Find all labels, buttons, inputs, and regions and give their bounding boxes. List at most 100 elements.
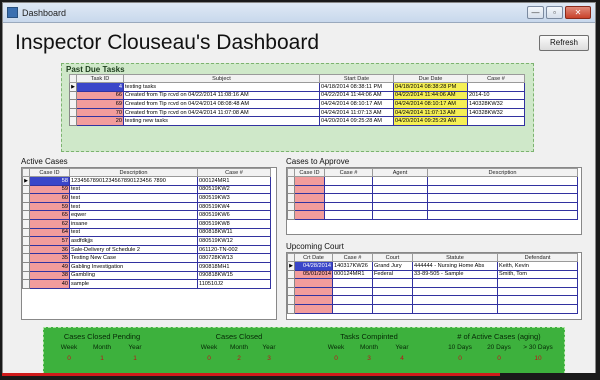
case-id-cell[interactable] — [294, 176, 325, 186]
empty-cell[interactable] — [412, 295, 498, 305]
case-number-cell[interactable]: 080519KW4 — [197, 201, 271, 212]
row-selector[interactable] — [287, 184, 295, 195]
empty-cell[interactable] — [372, 210, 428, 220]
row-selector[interactable] — [287, 269, 295, 280]
upcoming-court-grid[interactable]: Crt Date Case # Court Statute Defendant ▶ 04/… — [287, 253, 578, 314]
task-id-cell[interactable]: 4 — [76, 82, 124, 92]
case-id-cell[interactable]: 58 — [29, 176, 70, 186]
empty-cell[interactable] — [332, 278, 373, 288]
row-selector[interactable] — [22, 201, 30, 212]
empty-cell[interactable] — [412, 286, 498, 297]
case-id-cell[interactable]: 64 — [29, 227, 70, 238]
start-date-cell[interactable]: 04/22/2014 11:44:06 AM — [319, 90, 394, 101]
empty-row[interactable] — [287, 295, 578, 305]
close-button[interactable]: ✕ — [565, 6, 591, 19]
row-selector[interactable] — [69, 90, 77, 101]
table-row[interactable]: 59 test 080519KW2 — [22, 184, 271, 195]
approve-col-header[interactable]: Description — [427, 168, 578, 177]
past-due-col-header[interactable]: Subject — [123, 74, 320, 83]
due-date-cell[interactable]: 04/22/2014 11:44:06 AM — [393, 90, 468, 101]
row-selector[interactable] — [22, 184, 30, 195]
empty-cell[interactable] — [324, 176, 373, 186]
case-id-cell[interactable]: 36 — [29, 244, 70, 255]
court-col-header[interactable]: Court — [372, 253, 413, 262]
subject-cell[interactable]: Created from Tip rcvd on 04/24/2014 08:0… — [123, 99, 320, 109]
row-selector[interactable] — [22, 261, 30, 272]
case-number-cell[interactable]: 080519KW3 — [197, 193, 271, 203]
row-selector[interactable]: ▶ — [22, 176, 30, 186]
row-selector[interactable] — [69, 116, 77, 126]
empty-cell[interactable] — [372, 295, 413, 305]
case-id-cell[interactable] — [294, 193, 325, 203]
empty-cell[interactable] — [372, 303, 413, 314]
row-selector[interactable] — [287, 210, 295, 220]
description-cell[interactable]: test — [69, 184, 198, 195]
case-number-cell[interactable]: 080519KW12 — [197, 236, 271, 246]
court-col-header[interactable]: Case # — [332, 253, 373, 262]
active-cases-col-header[interactable]: Case ID — [29, 168, 70, 177]
court-date-cell[interactable] — [294, 286, 333, 297]
case-id-cell[interactable]: 59 — [29, 201, 70, 212]
description-cell[interactable]: Testing New Case — [69, 253, 198, 263]
row-selector[interactable] — [287, 201, 295, 212]
row-selector[interactable] — [22, 218, 30, 229]
table-row[interactable]: 62 insane 080519KW8 — [22, 218, 271, 229]
case-id-cell[interactable]: 49 — [29, 261, 70, 272]
case-id-cell[interactable]: 35 — [29, 253, 70, 263]
description-cell[interactable]: asdfdkjjs — [69, 236, 198, 246]
empty-cell[interactable] — [324, 193, 373, 203]
table-row[interactable]: 65 eqwer 080519KW6 — [22, 210, 271, 220]
row-selector[interactable] — [287, 193, 295, 203]
maximize-button[interactable]: ▫ — [546, 6, 563, 19]
task-id-cell[interactable]: 70 — [76, 107, 124, 118]
empty-cell[interactable] — [372, 278, 413, 288]
row-selector[interactable] — [69, 99, 77, 109]
case-number-cell[interactable]: 080519KW6 — [197, 210, 271, 220]
table-row[interactable]: 38 Gambling 090818KW15 — [22, 270, 271, 281]
empty-row[interactable] — [287, 286, 578, 297]
empty-cell[interactable] — [332, 286, 373, 297]
table-row[interactable]: 70 Created from Tip rcvd on 04/24/2014 11… — [69, 107, 525, 118]
court-date-cell[interactable]: 05/01/2014 — [294, 269, 333, 280]
empty-row[interactable] — [287, 278, 578, 288]
court-col-header[interactable]: Statute — [412, 253, 498, 262]
case-id-cell[interactable] — [294, 184, 325, 195]
court-date-cell[interactable]: 04/28/2014 — [294, 261, 333, 271]
description-cell[interactable]: test — [69, 193, 198, 203]
description-cell[interactable]: test — [69, 227, 198, 238]
description-cell[interactable]: Sale-Delivery of Schedule 2 — [69, 244, 198, 255]
case-number-cell[interactable]: 061120-TN-002 — [197, 244, 271, 255]
description-cell[interactable]: Gambling — [69, 270, 198, 281]
table-row[interactable]: 05/01/2014 000124MR1 Federal 33-89-505 - Sa… — [287, 269, 578, 280]
case-id-cell[interactable]: 38 — [29, 270, 70, 281]
subject-cell[interactable]: Created from Tip rcvd on 04/22/2014 11:0… — [123, 90, 320, 101]
past-due-grid[interactable]: Task ID Subject Start Date Due Date Case # ▶… — [69, 74, 525, 126]
past-due-col-header[interactable]: Start Date — [319, 74, 394, 83]
empty-cell[interactable] — [324, 184, 373, 195]
empty-cell[interactable] — [372, 193, 428, 203]
case-id-cell[interactable]: 40 — [29, 279, 70, 289]
subject-cell[interactable]: testing tasks — [123, 82, 320, 92]
empty-row[interactable] — [287, 193, 578, 203]
row-selector[interactable] — [287, 295, 295, 305]
court-col-header[interactable]: Defendant — [497, 253, 578, 262]
past-due-col-header[interactable]: Task ID — [76, 74, 124, 83]
court-cell[interactable]: Federal — [372, 269, 413, 280]
case-number-cell[interactable]: 080519KW2 — [197, 184, 271, 195]
empty-cell[interactable] — [412, 303, 498, 314]
case-number-cell[interactable]: 080519KW8 — [197, 218, 271, 229]
court-date-cell[interactable] — [294, 278, 333, 288]
refresh-button[interactable]: Refresh — [539, 35, 589, 51]
subject-cell[interactable]: Created from Tip rcvd on 04/24/2014 11:0… — [123, 107, 320, 118]
cases-to-approve-grid[interactable]: Case ID Case # Agent Description — [287, 168, 578, 220]
case-number-cell[interactable]: 140328KW32 — [467, 107, 525, 118]
row-selector[interactable] — [22, 193, 30, 203]
case-id-cell[interactable]: 62 — [29, 218, 70, 229]
court-date-cell[interactable] — [294, 303, 333, 314]
table-row[interactable]: ▶ 58 12345678901234567890123456 7890 000124… — [22, 176, 271, 186]
row-selector[interactable] — [287, 303, 295, 314]
description-cell[interactable]: Gabling Investigation — [69, 261, 198, 272]
row-selector[interactable] — [287, 176, 295, 186]
description-cell[interactable]: eqwer — [69, 210, 198, 220]
empty-row[interactable] — [287, 303, 578, 314]
